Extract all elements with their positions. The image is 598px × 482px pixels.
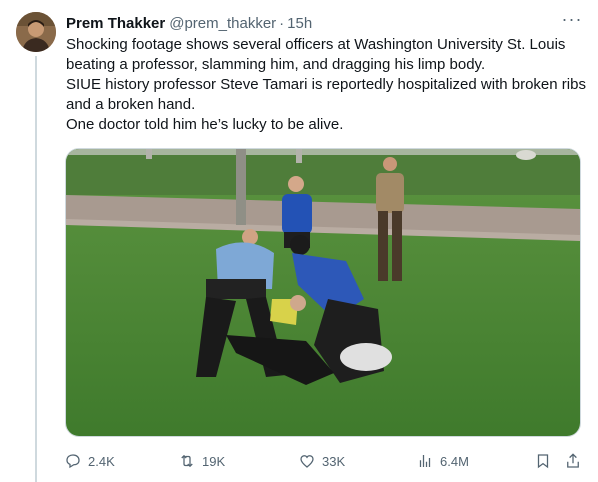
share-button[interactable] (564, 450, 582, 472)
tweet-header: Prem Thakker @prem_thakker · 15h (66, 14, 582, 34)
reply-icon (66, 454, 80, 469)
repost-icon (181, 454, 193, 468)
tweet-line: Shocking footage shows several officers … (66, 36, 566, 73)
reply-count: 2.4K (88, 453, 115, 469)
reply-button[interactable]: 2.4K (64, 450, 115, 472)
video-frame (66, 149, 580, 436)
tweet-video[interactable] (65, 148, 581, 437)
bookmark-button[interactable] (534, 450, 552, 472)
avatar-image (16, 12, 56, 52)
tweet-text: Shocking footage shows several officers … (66, 35, 586, 135)
tweet-line: One doctor told him he’s lucky to be ali… (66, 116, 344, 133)
tweet-line: SIUE history professor Steve Tamari is r… (66, 76, 586, 113)
more-icon[interactable]: ··· (560, 10, 584, 32)
separator-dot: · (279, 15, 285, 32)
tweet-time[interactable]: 15h (287, 14, 312, 34)
views-chart-icon (419, 455, 431, 467)
avatar[interactable] (16, 12, 56, 52)
action-bar: 2.4K 19K 33K 6.4M (64, 450, 584, 472)
views-count: 6.4M (440, 453, 469, 469)
thread-line (35, 56, 37, 482)
like-button[interactable]: 33K (298, 450, 345, 472)
heart-icon (300, 455, 314, 468)
bookmark-icon (537, 454, 549, 469)
repost-count: 19K (202, 453, 226, 469)
like-count: 33K (322, 453, 346, 469)
share-icon (567, 453, 579, 468)
views-button[interactable]: 6.4M (416, 450, 469, 472)
repost-button[interactable]: 19K (178, 450, 225, 472)
author-name[interactable]: Prem Thakker (66, 14, 165, 34)
author-handle[interactable]: @prem_thakker (169, 14, 276, 34)
